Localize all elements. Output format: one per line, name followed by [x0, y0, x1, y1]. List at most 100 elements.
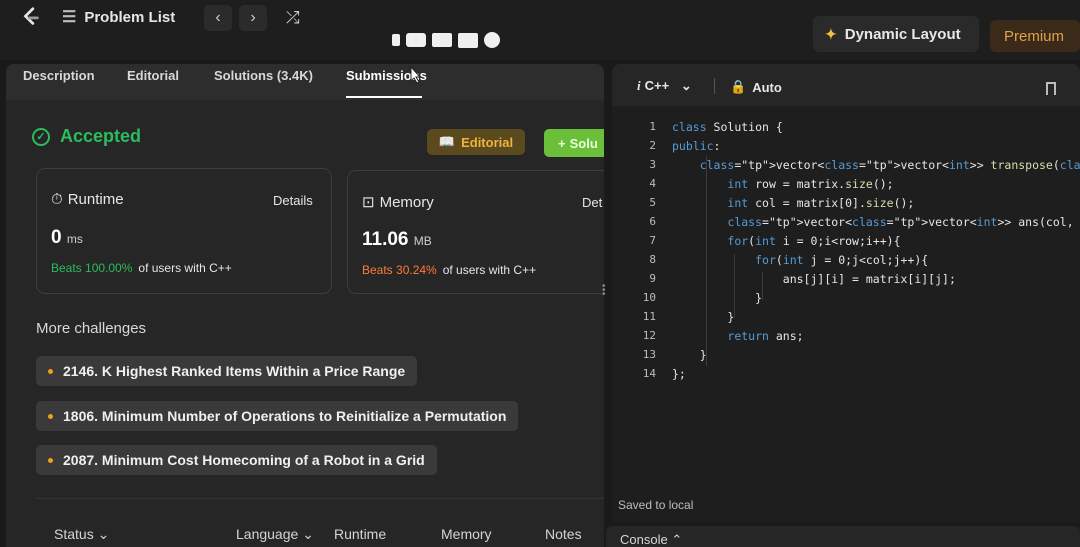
- dynamic-layout-button[interactable]: ✦ Dynamic Layout: [813, 16, 979, 52]
- left-panel: Description Editorial Solutions (3.4K) S…: [6, 64, 604, 547]
- book-icon: 📖: [438, 134, 456, 149]
- panel-resize-handle[interactable]: • • •: [602, 282, 606, 300]
- editor-header: i C++ ⌄ 🔒 Auto: [612, 64, 1080, 106]
- runtime-details-link[interactable]: Details: [273, 193, 313, 208]
- runtime-column-header: Runtime: [334, 526, 387, 542]
- bullet-icon: [48, 368, 53, 374]
- challenge-title: 1806. Minimum Number of Operations to Re…: [63, 408, 507, 424]
- chevron-left-icon: ‹: [215, 9, 221, 26]
- memory-unit: MB: [413, 234, 432, 248]
- code-line: return ans;: [727, 329, 804, 343]
- mouse-cursor-icon: [410, 66, 422, 84]
- runtime-value: 0 ms: [51, 227, 83, 249]
- active-tab-indicator: [346, 96, 422, 98]
- solution-button-label: Solu: [569, 135, 598, 151]
- indent-guide: [734, 254, 735, 318]
- problem-list-label: Problem List: [84, 8, 176, 26]
- code-editor-panel: i C++ ⌄ 🔒 Auto 1 class Solution {2 public: 3…: [612, 64, 1080, 522]
- premium-button[interactable]: Premium: [990, 20, 1080, 52]
- line-number: 14: [642, 367, 656, 380]
- saved-status: Saved to local: [618, 498, 694, 512]
- next-problem-button[interactable]: ›: [239, 5, 267, 31]
- prev-problem-button[interactable]: ‹: [204, 5, 232, 31]
- lock-icon: 🔒: [730, 79, 747, 94]
- editorial-button[interactable]: 📖 Editorial: [427, 129, 525, 155]
- tab-description[interactable]: Description: [23, 68, 95, 83]
- top-bar: ☰ Problem List ‹ › ⤮ ✦ Dynamic Layout Pr…: [0, 0, 1080, 60]
- runtime-card[interactable]: ⏱ Runtime Details 0 ms Beats 100.00% of u…: [36, 168, 332, 294]
- problem-list-button[interactable]: ☰ Problem List: [62, 7, 175, 27]
- code-line: }: [672, 348, 707, 362]
- console-label: Console: [620, 532, 668, 547]
- accepted-status: ✓ Accepted: [32, 126, 141, 147]
- chevron-right-icon: ›: [250, 9, 256, 26]
- chevron-up-icon: ⌃: [671, 532, 683, 547]
- line-number: 5: [649, 196, 656, 209]
- memory-beats-text: of users with C++: [442, 263, 537, 277]
- runtime-unit: ms: [66, 232, 83, 246]
- auto-mode[interactable]: 🔒 Auto: [730, 79, 782, 95]
- solution-button[interactable]: + Solu: [544, 129, 604, 157]
- camera-icon[interactable]: [406, 33, 426, 47]
- more-challenges-title: More challenges: [36, 320, 147, 337]
- check-circle-icon: ✓: [32, 127, 50, 146]
- bookmark-icon[interactable]: [1046, 82, 1056, 95]
- line-number: 13: [642, 348, 656, 361]
- console-bar[interactable]: Console ⌃: [606, 526, 1080, 547]
- notes-column-header: Notes: [545, 526, 582, 542]
- memory-number: 11.06: [362, 229, 409, 250]
- bullet-icon: [48, 413, 53, 419]
- challenge-title: 2087. Minimum Cost Homecoming of a Robot…: [63, 452, 425, 468]
- line-number: 6: [649, 215, 656, 228]
- line-number: 4: [649, 177, 656, 190]
- chevron-down-icon: ⌄: [302, 526, 314, 542]
- sparkle-icon: ✦: [825, 25, 837, 42]
- runtime-beats-pct: Beats 100.00%: [51, 261, 133, 275]
- challenge-item[interactable]: 2087. Minimum Cost Homecoming of a Robot…: [36, 445, 437, 475]
- chip-icon: ⊡: [362, 194, 375, 211]
- shuffle-icon[interactable]: ⤮: [286, 8, 300, 28]
- line-number: 12: [642, 329, 656, 342]
- video-icon[interactable]: [432, 33, 452, 47]
- language-select[interactable]: i C++ ⌄: [637, 78, 692, 94]
- screen-icon[interactable]: [458, 32, 478, 48]
- leetcode-logo-icon[interactable]: [20, 6, 42, 28]
- tab-solutions[interactable]: Solutions (3.4K): [214, 68, 313, 83]
- code-line: class="tp">vector<class="tp">vector<int>…: [699, 158, 1080, 172]
- line-number: 7: [649, 234, 656, 247]
- challenge-item[interactable]: 2146. K Highest Ranked Items Within a Pr…: [36, 356, 418, 386]
- runtime-title-label: Runtime: [67, 191, 124, 208]
- language-label: C++: [644, 78, 670, 93]
- editorial-button-label: Editorial: [461, 134, 514, 150]
- line-number: 11: [642, 310, 656, 323]
- memory-title-label: Memory: [379, 193, 434, 211]
- tab-editorial[interactable]: Editorial: [127, 68, 179, 83]
- status-header-label: Status: [54, 526, 94, 542]
- gear-icon[interactable]: [484, 32, 500, 48]
- console-toggle[interactable]: Console ⌃: [620, 532, 682, 547]
- clock-icon: ⏱: [51, 191, 63, 208]
- memory-details-link[interactable]: Det: [582, 195, 602, 210]
- runtime-title: ⏱ Runtime: [51, 191, 124, 208]
- memory-card[interactable]: ⊡ Memory Det 11.06 MB Beats 30.24% of use…: [347, 170, 604, 294]
- auto-label: Auto: [752, 79, 782, 95]
- language-icon: i: [637, 78, 641, 93]
- separator: [714, 78, 715, 94]
- pen-icon[interactable]: [392, 34, 400, 46]
- challenge-item[interactable]: 1806. Minimum Number of Operations to Re…: [36, 401, 519, 431]
- line-number: 9: [649, 272, 656, 285]
- line-number: 1: [649, 120, 656, 133]
- chevron-down-icon: ⌄: [680, 78, 692, 93]
- line-number: 2: [649, 139, 656, 152]
- media-toolbar: [392, 32, 500, 48]
- line-number: 8: [649, 253, 656, 266]
- line-number: 3: [649, 158, 656, 171]
- code-line: int col = matrix[0].size();: [727, 196, 915, 210]
- plus-icon: +: [558, 135, 566, 151]
- code-line: class="tp">vector<class="tp">vector<int>…: [727, 215, 1080, 229]
- runtime-beats-text: of users with C++: [138, 261, 232, 275]
- status-column-header[interactable]: Status ⌄: [54, 526, 109, 543]
- runtime-beats: Beats 100.00% of users with C++: [51, 261, 232, 275]
- language-column-header[interactable]: Language ⌄: [236, 526, 314, 543]
- language-header-label: Language: [236, 526, 299, 542]
